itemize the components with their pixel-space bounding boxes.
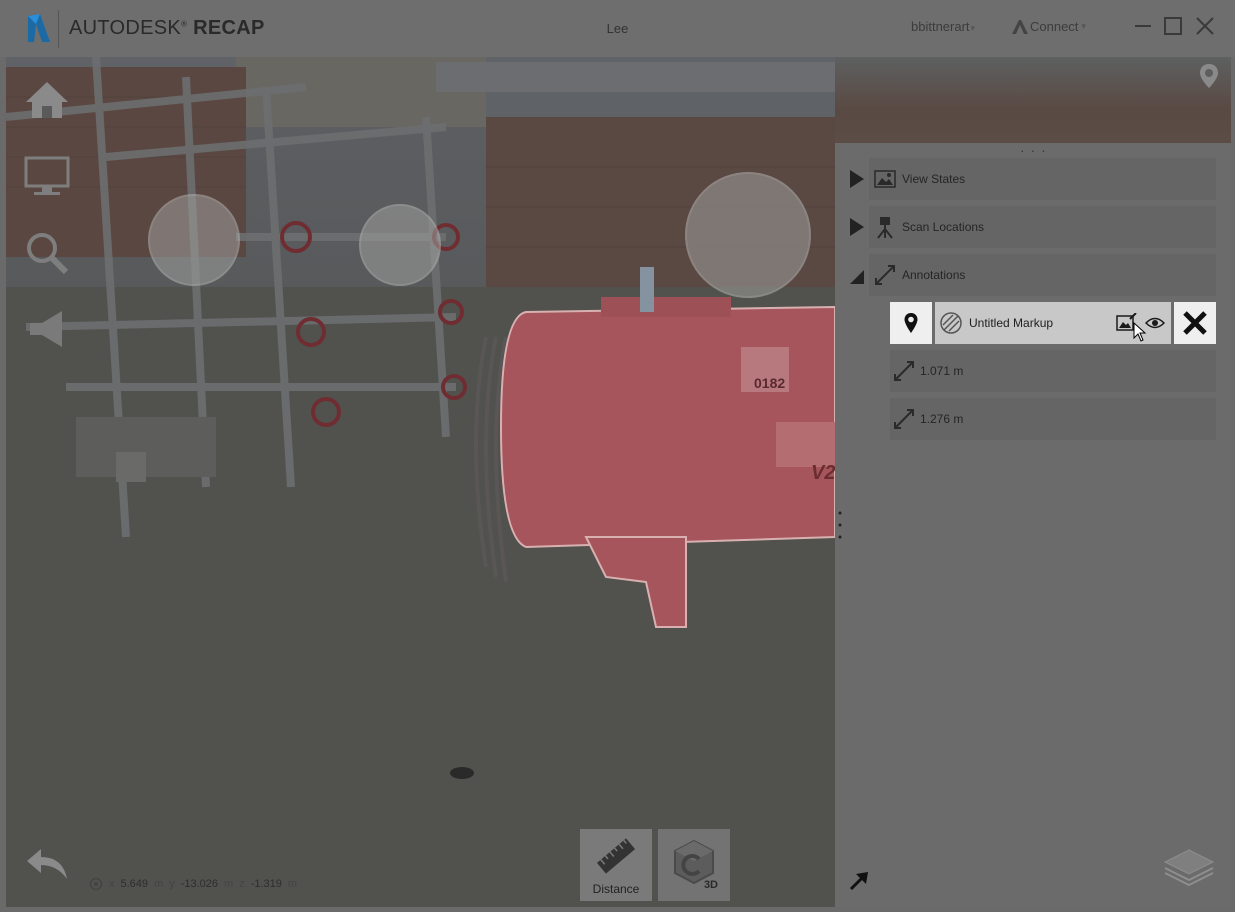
y-value: -13.026 — [180, 878, 219, 890]
user-name: bbittnerart — [911, 19, 970, 34]
section-scan-locations[interactable]: Scan Locations — [869, 206, 1216, 248]
distance-tool-button[interactable]: Distance — [580, 829, 652, 901]
x-unit: m — [154, 878, 164, 890]
image-icon — [874, 170, 896, 188]
section-label: Scan Locations — [902, 220, 985, 234]
chevron-down-icon: ▾ — [1081, 21, 1086, 31]
title-bar: AUTODESK® RECAP Lee bbittnerart▾ Connect… — [0, 0, 1235, 57]
tank-label: 0182 — [754, 375, 786, 391]
monitor-icon[interactable] — [22, 152, 72, 202]
expand-arrow-icon[interactable] — [848, 216, 866, 238]
measure-icon — [894, 361, 914, 381]
expand-diagonal-icon[interactable] — [848, 870, 870, 892]
chevron-down-icon: ▾ — [970, 23, 976, 33]
megaphone-icon[interactable] — [22, 305, 72, 355]
panel-drag-handle[interactable]: · · · — [1020, 142, 1047, 158]
location-pin-icon[interactable] — [1197, 62, 1221, 90]
3d-tool-button[interactable]: 3D — [658, 829, 730, 901]
user-menu[interactable]: bbittnerart▾ — [911, 19, 975, 34]
viewport-background-strip — [835, 57, 1231, 143]
y-unit: m — [224, 878, 234, 890]
connect-menu[interactable]: Connect ▾ — [1012, 19, 1086, 34]
point-cloud-scene — [6, 57, 835, 907]
panel-splitter[interactable] — [837, 510, 843, 540]
annotation-markup-row[interactable]: Untitled Markup — [935, 302, 1171, 344]
x-axis-label: x — [109, 878, 115, 890]
expand-arrow-icon[interactable] — [848, 168, 866, 190]
a360-icon — [1012, 19, 1028, 34]
measurement-label: 1.071 m — [920, 364, 964, 378]
section-view-states[interactable]: View States — [869, 158, 1216, 200]
close-icon — [1183, 311, 1207, 335]
coordinate-readout: x 5.649 m y -13.026 m z -1.319 m — [89, 877, 297, 891]
measurement-label: 1.276 m — [920, 412, 964, 426]
home-icon[interactable] — [22, 76, 72, 126]
measure-icon — [875, 265, 895, 285]
cursor-icon — [1133, 322, 1147, 342]
section-label: Annotations — [902, 268, 966, 282]
close-window-icon[interactable] — [1195, 16, 1215, 36]
markup-locate-button[interactable] — [890, 302, 932, 344]
section-annotations[interactable]: Annotations — [869, 254, 1216, 296]
markup-label: Untitled Markup — [969, 316, 1054, 330]
collapse-arrow-icon[interactable] — [848, 264, 866, 286]
y-axis-label: y — [169, 878, 175, 890]
measure-icon — [894, 409, 914, 429]
z-value: -1.319 — [250, 878, 282, 890]
z-axis-label: z — [239, 878, 245, 890]
ruler-icon — [596, 838, 636, 874]
crosshair-icon — [89, 877, 103, 891]
x-value: 5.649 — [120, 878, 149, 890]
undo-arrow-icon[interactable] — [23, 843, 73, 883]
z-unit: m — [287, 878, 298, 890]
location-pin-icon — [904, 313, 918, 333]
minimize-icon[interactable] — [1133, 16, 1153, 36]
layers-icon[interactable] — [1163, 848, 1215, 886]
connect-label: Connect — [1030, 19, 1079, 34]
distance-label: Distance — [592, 882, 640, 896]
viewport-3d[interactable]: 0182 V2 — [6, 57, 835, 907]
3d-label: 3D — [703, 879, 718, 891]
eye-icon[interactable] — [1145, 316, 1165, 330]
maximize-icon[interactable] — [1163, 16, 1183, 36]
tank-mark: V2 — [811, 462, 835, 484]
search-icon[interactable] — [22, 228, 72, 278]
delete-markup-button[interactable] — [1174, 302, 1216, 344]
annotation-measurement-row[interactable]: 1.071 m — [890, 350, 1216, 392]
annotation-measurement-row[interactable]: 1.276 m — [890, 398, 1216, 440]
scanner-icon — [877, 217, 893, 239]
markup-icon — [940, 312, 962, 334]
section-label: View States — [902, 172, 966, 186]
